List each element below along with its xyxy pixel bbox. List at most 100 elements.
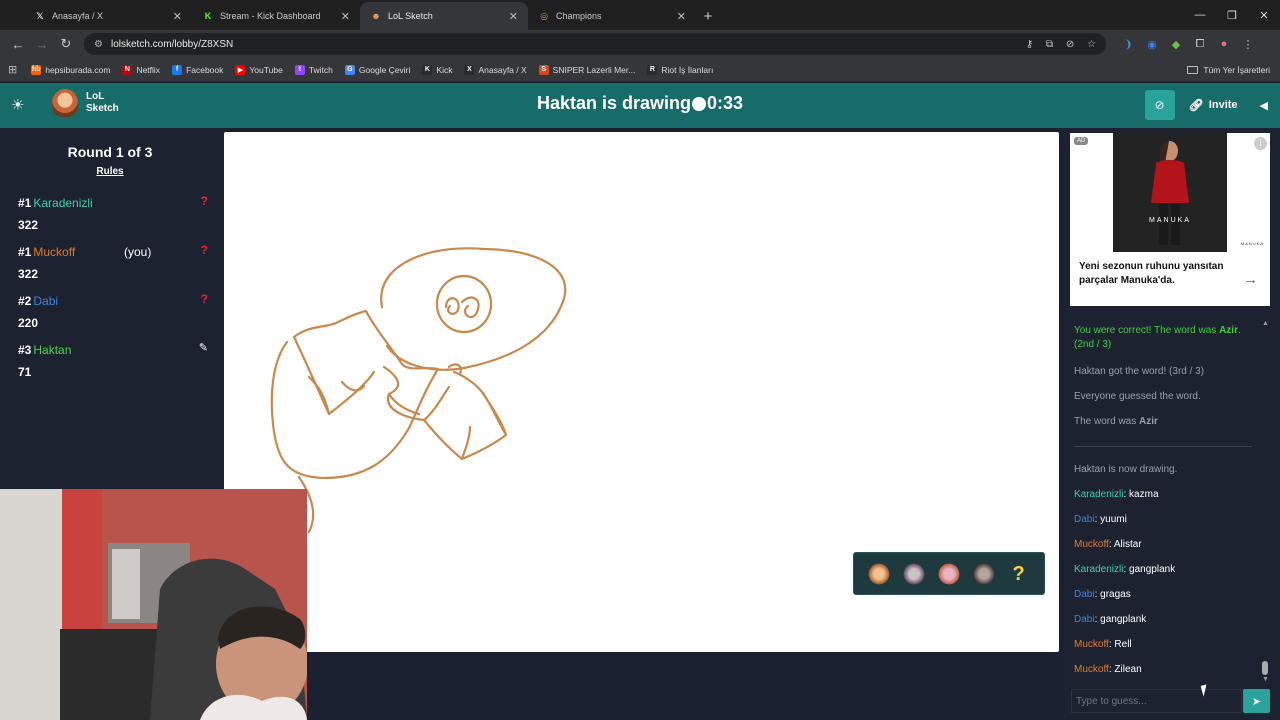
reaction-poro-icon[interactable] (867, 561, 892, 586)
bookmark-star-icon[interactable]: ☆ (1087, 39, 1096, 50)
webcam-overlay (0, 489, 307, 720)
scroll-thumb[interactable] (1262, 661, 1268, 675)
url-text[interactable]: lolsketch.com/lobby/Z8XSN (111, 39, 1016, 50)
eye-slash-icon: ⊘ (1154, 98, 1165, 112)
apps-grid-icon[interactable]: ⊞ (8, 63, 17, 76)
bookmark-item[interactable]: R Riot İş İlanları (647, 64, 713, 75)
bookmark-label: Facebook (186, 64, 224, 75)
ad-image[interactable]: MANUKA (1113, 133, 1227, 252)
you-label: (you) (124, 245, 152, 259)
send-button[interactable]: ➤ (1243, 689, 1270, 713)
ad-info-icon[interactable]: i (1254, 137, 1267, 150)
all-bookmarks-label: Tüm Yer İşaretleri (1203, 64, 1270, 75)
bookmark-favicon-icon: hb (31, 64, 42, 75)
correct-prefix: You were correct! The word was (1074, 325, 1220, 336)
extension-icons: ❩ ◉ ◆ ⧠ ● ⋮ (1116, 38, 1260, 51)
browser-menu-icon[interactable]: ⋮ (1236, 38, 1260, 51)
arrow-right-icon[interactable]: → (1243, 271, 1258, 288)
bookmark-item[interactable]: ▶ YouTube (235, 64, 283, 75)
chat-system-message: Everyone guessed the word. (1074, 391, 1201, 402)
window-controls: — ❐ ✕ (1184, 0, 1280, 30)
bookmark-label: SNIPER Lazerli Mer... (552, 64, 636, 75)
reaction-blitz-icon[interactable] (902, 561, 927, 586)
browser-tab[interactable]: K Stream - Kick Dashboard ✕ (192, 2, 360, 30)
bookmark-item[interactable]: t Twitch (294, 64, 333, 75)
scroll-up-icon[interactable]: ▲ (1262, 320, 1269, 327)
chat-message: Karadenizli: kazma (1074, 488, 1256, 502)
hide-names-button[interactable]: ⊘ (1144, 90, 1175, 120)
chat-author: Muckoff (1074, 664, 1109, 675)
chat-system-correct: You were correct! The word was Azir. (2n… (1074, 324, 1256, 352)
reaction-emote-icon[interactable] (971, 561, 996, 586)
close-icon[interactable]: ✕ (509, 10, 518, 23)
new-tab-icon[interactable]: + (696, 4, 720, 28)
bookmark-favicon-icon: t (294, 64, 305, 75)
question-mark-icon: ? (200, 194, 208, 208)
header-actions: ⊘ 🔗︎ Invite ◀ (1144, 90, 1280, 120)
scroll-down-icon[interactable]: ▼ (1262, 676, 1269, 683)
bookmark-favicon-icon: X (464, 64, 475, 75)
ad-text[interactable]: Yeni sezonun ruhunu yansıtan parçalar Ma… (1079, 260, 1229, 288)
invite-button[interactable]: 🔗︎ Invite (1189, 98, 1238, 112)
extension-icon[interactable]: ❩ (1116, 38, 1140, 51)
bookmark-item[interactable]: K Kick (422, 64, 452, 75)
close-icon[interactable]: ✕ (341, 10, 350, 23)
reload-icon[interactable]: ↻ (54, 32, 78, 56)
bookmark-item[interactable]: X Anasayfa / X (464, 64, 527, 75)
reaction-bar: ? (853, 552, 1045, 595)
bookmark-item[interactable]: S SNIPER Lazerli Mer... (538, 64, 636, 75)
bookmark-item[interactable]: hb hepsiburada.com (31, 64, 111, 75)
chat-message: Muckoff: Rell (1074, 638, 1256, 652)
extensions-puzzle-icon[interactable]: ⧠ (1188, 38, 1212, 51)
close-window-icon[interactable]: ✕ (1248, 0, 1280, 30)
folder-icon (1187, 65, 1199, 74)
maximize-icon[interactable]: ❐ (1216, 0, 1248, 30)
guess-input[interactable] (1071, 689, 1242, 713)
browser-tab[interactable]: 𝕏 Anasayfa / X ✕ (24, 2, 192, 30)
profile-avatar[interactable]: ● (1212, 38, 1236, 51)
drawing-status: Haktan is drawing 0:33 (0, 93, 1280, 114)
extension-icon[interactable]: ◆ (1164, 38, 1188, 51)
extension-icon[interactable]: ◉ (1140, 38, 1164, 51)
reaction-amumu-icon[interactable] (936, 561, 961, 586)
bookmark-label: hepsiburada.com (45, 64, 111, 75)
player-rank: #1 (18, 196, 32, 210)
word-reveal: Azir (1139, 416, 1158, 427)
advertisement[interactable]: AD i MANUKA MANUKA Yeni sezonun ruhunu y… (1070, 133, 1270, 306)
volume-icon[interactable]: ◀ (1260, 99, 1268, 112)
browser-tab[interactable]: ◎ Champions ✕ (528, 2, 696, 30)
chat-text: kazma (1129, 489, 1159, 500)
translate-icon[interactable]: ⧉ (1046, 39, 1053, 50)
site-info-icon[interactable]: ⚙ (94, 39, 103, 50)
address-bar: ← → ↻ ⚙ lolsketch.com/lobby/Z8XSN ⚷ ⧉ ⊘ … (0, 30, 1280, 58)
close-icon[interactable]: ✕ (677, 10, 686, 23)
chat-scrollbar[interactable]: ▲ ▼ (1262, 320, 1269, 684)
question-mark-icon[interactable]: ? (1007, 562, 1031, 586)
bookmark-favicon-icon: S (538, 64, 549, 75)
chat-text: gangplank (1100, 614, 1147, 625)
chat-text: Rell (1114, 639, 1132, 650)
url-bar[interactable]: ⚙ lolsketch.com/lobby/Z8XSN ⚷ ⧉ ⊘ ☆ (84, 33, 1106, 55)
back-icon[interactable]: ← (6, 32, 30, 56)
all-bookmarks[interactable]: Tüm Yer İşaretleri (1187, 65, 1270, 75)
close-icon[interactable]: ✕ (173, 10, 182, 23)
forward-icon[interactable]: → (30, 32, 54, 56)
player-name: Dabi (33, 294, 59, 308)
correct-word: Azir (1219, 325, 1238, 336)
bookmark-item[interactable]: G Google Çeviri (344, 64, 410, 75)
stopwatch-icon (692, 97, 706, 111)
tracking-blocked-icon[interactable]: ⊘ (1066, 39, 1074, 50)
player-name: Muckoff (33, 245, 76, 259)
minimize-icon[interactable]: — (1184, 0, 1216, 30)
sketch-stroke (270, 340, 440, 480)
chat-author: Dabi (1074, 614, 1095, 625)
password-key-icon[interactable]: ⚷ (1026, 39, 1033, 50)
ad-badge: AD (1074, 137, 1089, 145)
bookmark-item[interactable]: f Facebook (172, 64, 224, 75)
chat-author: Karadenizli (1074, 489, 1124, 500)
browser-tab-active[interactable]: ☻ LoL Sketch ✕ (360, 2, 528, 30)
champions-icon: ◎ (540, 10, 548, 21)
rules-link[interactable]: Rules (0, 166, 220, 177)
bookmark-item[interactable]: N Netflix (122, 64, 160, 75)
player-rank: #1 (18, 245, 32, 259)
